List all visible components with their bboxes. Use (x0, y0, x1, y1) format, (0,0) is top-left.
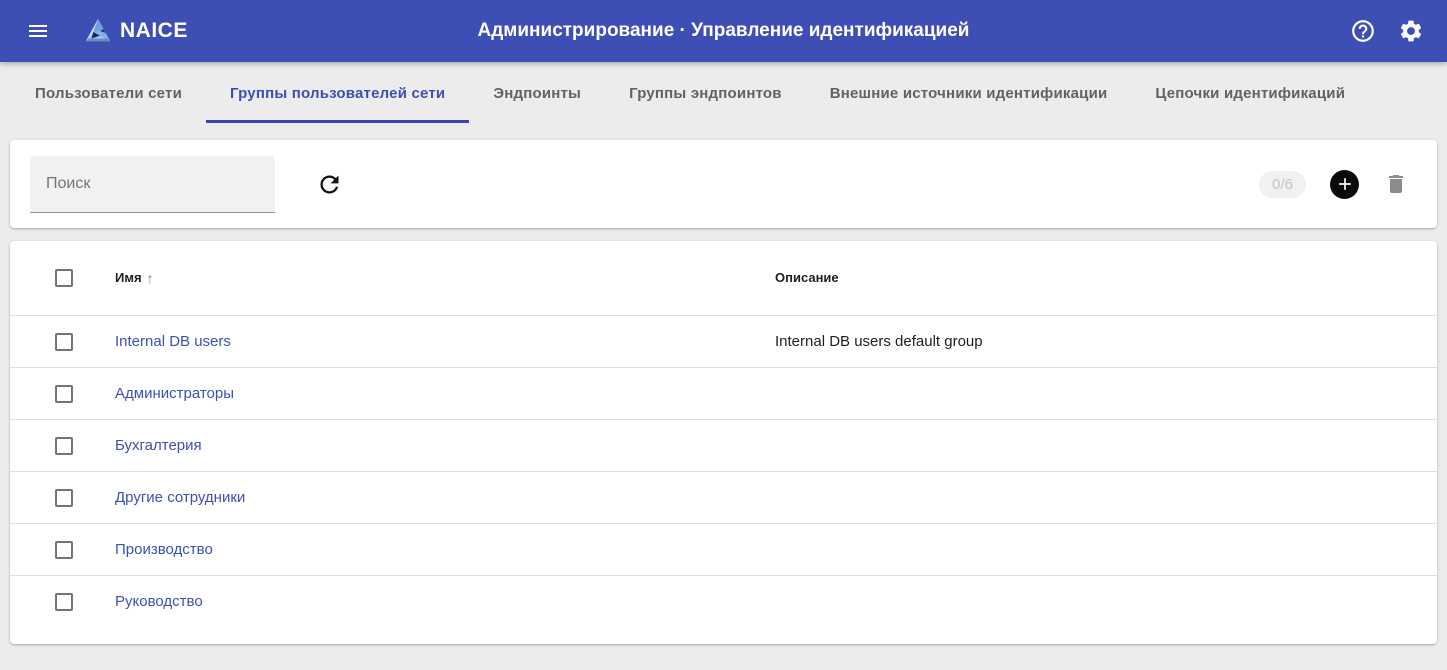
table-header-row: Имя ↑ Описание (10, 241, 1437, 316)
app-bar: NAICE Администрирование · Управление иде… (0, 0, 1447, 62)
search-input[interactable] (30, 175, 275, 193)
group-name-link[interactable]: Другие сотрудники (115, 489, 245, 506)
group-name-link[interactable]: Бухгалтерия (115, 437, 202, 454)
group-name-link[interactable]: Производство (115, 541, 213, 558)
tab-label: Группы пользователей сети (230, 85, 445, 102)
brand-name: NAICE (120, 19, 188, 43)
tab-label: Эндпоинты (493, 85, 581, 102)
row-checkbox[interactable] (55, 385, 73, 403)
tab-external-identity-sources[interactable]: Внешние источники идентификации (806, 62, 1132, 125)
tab-label: Группы эндпоинтов (629, 85, 782, 102)
delete-icon[interactable] (1383, 171, 1409, 197)
row-checkbox[interactable] (55, 541, 73, 559)
tab-endpoints[interactable]: Эндпоинты (469, 62, 605, 125)
table-row: Администраторы (10, 368, 1437, 420)
tab-network-users[interactable]: Пользователи сети (11, 62, 206, 125)
table-row: Производство (10, 524, 1437, 576)
selection-counter-badge: 0/6 (1259, 171, 1306, 198)
group-name-link[interactable]: Internal DB users (115, 333, 231, 350)
help-icon[interactable] (1350, 18, 1376, 44)
row-checkbox[interactable] (55, 333, 73, 351)
tab-network-user-groups[interactable]: Группы пользователей сети (206, 62, 469, 125)
row-checkbox[interactable] (55, 489, 73, 507)
group-name-link[interactable]: Руководство (115, 593, 203, 610)
gear-icon[interactable] (1398, 18, 1424, 44)
column-header-name[interactable]: Имя ↑ (115, 270, 154, 286)
row-checkbox[interactable] (55, 437, 73, 455)
group-name-link[interactable]: Администраторы (115, 385, 234, 402)
hamburger-menu-icon[interactable] (24, 17, 52, 45)
page-title: Администрирование · Управление идентифик… (478, 20, 970, 42)
tab-endpoint-groups[interactable]: Группы эндпоинтов (605, 62, 806, 125)
column-header-description: Описание (775, 270, 839, 285)
group-description: Internal DB users default group (775, 333, 983, 350)
sort-ascending-icon: ↑ (147, 270, 154, 286)
table-row: Руководство (10, 576, 1437, 628)
tab-identity-chains[interactable]: Цепочки идентификаций (1131, 62, 1369, 125)
row-checkbox[interactable] (55, 593, 73, 611)
table-row: Другие сотрудники (10, 472, 1437, 524)
search-box (30, 156, 275, 213)
toolbar: 0/6 (10, 140, 1437, 228)
table-row: Бухгалтерия (10, 420, 1437, 472)
brand: NAICE (83, 16, 188, 46)
tab-label: Пользователи сети (35, 85, 182, 102)
table-row: Internal DB users Internal DB users defa… (10, 316, 1437, 368)
naice-logo-icon (83, 16, 113, 46)
groups-table: Имя ↑ Описание Internal DB users Interna… (10, 241, 1437, 644)
add-group-button[interactable] (1330, 170, 1359, 199)
select-all-checkbox[interactable] (55, 269, 73, 287)
column-header-name-label: Имя (115, 270, 142, 285)
tab-label: Внешние источники идентификации (830, 85, 1108, 102)
tab-label: Цепочки идентификаций (1155, 85, 1345, 102)
refresh-icon[interactable] (315, 170, 343, 198)
tab-bar: Пользователи сети Группы пользователей с… (0, 62, 1447, 125)
plus-icon (1335, 174, 1355, 194)
